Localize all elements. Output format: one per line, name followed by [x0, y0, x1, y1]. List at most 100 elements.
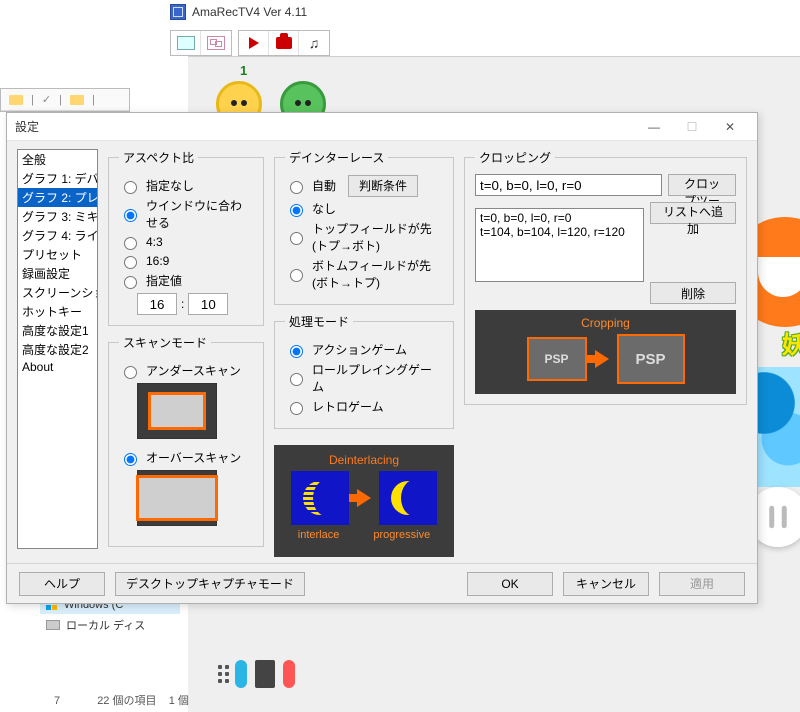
overscan-radio[interactable]: オーバースキャン: [119, 449, 253, 466]
crop-before-icon: PSP: [527, 337, 587, 381]
arrow-right-icon: [357, 489, 371, 507]
sidebar-item[interactable]: グラフ 2: プレビュー: [18, 188, 97, 207]
deinterlace-condition-button[interactable]: 判断条件: [348, 175, 418, 197]
arrow-right-icon: [595, 350, 609, 368]
overscan-preview: [137, 470, 217, 526]
aspect-legend: アスペクト比: [119, 149, 198, 166]
crop-preset-list[interactable]: t=0, b=0, l=0, r=0t=104, b=104, l=120, r…: [475, 208, 644, 282]
underscan-preview: [137, 383, 217, 439]
aspect-colon: :: [181, 297, 184, 311]
aspect-height-input[interactable]: [188, 293, 228, 315]
window-minimize-button[interactable]: —: [635, 116, 673, 138]
folder-icon: [70, 95, 84, 105]
dialog-button-bar: ヘルプ デスクトップキャプチャモード OK キャンセル 適用: [7, 563, 757, 603]
procmode-legend: 処理モード: [285, 313, 353, 330]
camera-icon: [276, 37, 292, 49]
background-explorer-window: |✓| |: [0, 88, 130, 112]
scan-legend: スキャンモード: [119, 334, 211, 351]
crop-delete-button[interactable]: 削除: [650, 282, 736, 304]
aspect-ratio-group: アスペクト比 指定なし ウインドウに合わせる 4:3 16:9 指定値 :: [108, 149, 264, 326]
sidebar-item[interactable]: 高度な設定2: [18, 340, 97, 359]
aspect-custom-radio[interactable]: 指定値: [119, 272, 253, 289]
sidebar-item[interactable]: グラフ 3: ミキサー: [18, 207, 97, 226]
amarec-icon: [170, 4, 186, 20]
amarec-title: AmaRecTV4 Ver 4.11: [170, 4, 307, 20]
cropping-legend: クロッピング: [475, 149, 555, 166]
help-button[interactable]: ヘルプ: [19, 572, 105, 596]
drive-icon: [46, 620, 60, 630]
interlace-icon: [291, 471, 349, 525]
drive-local-row[interactable]: ローカル ディス: [40, 614, 180, 636]
sidebar-item[interactable]: ホットキー: [18, 302, 97, 321]
crop-after-icon: PSP: [617, 334, 685, 384]
sidebar-item[interactable]: スクリーンショット: [18, 283, 97, 302]
sidebar-item[interactable]: 録画設定: [18, 264, 97, 283]
progressive-label: progressive: [373, 529, 430, 541]
toolbar-layout1-button[interactable]: [171, 31, 201, 55]
apply-button: 適用: [659, 572, 745, 596]
amarec-toolbar: ♫: [164, 26, 336, 60]
window-maximize-button: ☐: [673, 116, 711, 138]
dialog-titlebar[interactable]: 設定 — ☐ ✕: [7, 113, 757, 141]
crop-tool-button[interactable]: クロップツール: [668, 174, 736, 196]
ok-button[interactable]: OK: [467, 572, 553, 596]
switch-indicator: [218, 660, 295, 688]
explorer-status-bar: 7 22 個の項目 1 個: [14, 692, 189, 708]
interlace-label: interlace: [298, 529, 340, 541]
toolbar-layout2-button[interactable]: [201, 31, 231, 55]
crop-list-item[interactable]: t=0, b=0, l=0, r=0: [480, 211, 639, 225]
aspect-fitwindow-radio[interactable]: ウインドウに合わせる: [119, 197, 253, 231]
deinterlace-auto-radio[interactable]: 自動: [285, 177, 336, 194]
sidebar-item[interactable]: グラフ 1: デバイス: [18, 169, 97, 188]
cropping-illus-title: Cropping: [581, 316, 630, 330]
aspect-169-radio[interactable]: 16:9: [119, 253, 253, 269]
joycon-left-icon: [235, 660, 247, 688]
desktop-capture-mode-button[interactable]: デスクトップキャプチャモード: [115, 572, 305, 596]
deinterlace-illus-title: Deinterlacing: [329, 453, 399, 467]
toolbar-snapshot-button[interactable]: [269, 31, 299, 55]
music-note-icon: ♫: [309, 35, 320, 51]
underscan-radio[interactable]: アンダースキャン: [119, 362, 253, 379]
settings-dialog: 設定 — ☐ ✕ 全般グラフ 1: デバイスグラフ 2: プレビューグラフ 3:…: [6, 112, 758, 604]
toolbar-audio-button[interactable]: ♫: [299, 31, 329, 55]
crop-add-button[interactable]: リストへ追加: [650, 202, 736, 224]
cropping-illustration: Cropping PSP PSP: [475, 310, 736, 394]
deinterlace-group: デインターレース 自動 判断条件 なし トップフィールドが先(トプ→ボト) ボト…: [274, 149, 454, 305]
sidebar-item[interactable]: グラフ 4: ライブ: [18, 226, 97, 245]
processing-mode-group: 処理モード アクションゲーム ロールプレイングゲーム レトロゲーム: [274, 313, 454, 429]
procmode-rpg-radio[interactable]: ロールプレイングゲーム: [285, 361, 443, 395]
settings-category-list[interactable]: 全般グラフ 1: デバイスグラフ 2: プレビューグラフ 3: ミキサーグラフ …: [17, 149, 98, 549]
controller-icon: [763, 502, 793, 532]
amarec-title-text: AmaRecTV4 Ver 4.11: [192, 5, 307, 19]
sidebar-item[interactable]: About: [18, 359, 97, 375]
dialog-title: 設定: [15, 118, 635, 135]
deinterlace-none-radio[interactable]: なし: [285, 200, 443, 217]
scan-mode-group: スキャンモード アンダースキャン オーバースキャン: [108, 334, 264, 547]
deinterlace-bottomfirst-radio[interactable]: ボトムフィールドが先(ボト→トプ): [285, 257, 443, 291]
crop-list-item[interactable]: t=104, b=104, l=120, r=120: [480, 225, 639, 239]
deinterlace-legend: デインターレース: [285, 149, 388, 166]
joycon-right-icon: [283, 660, 295, 688]
sidebar-item[interactable]: プリセット: [18, 245, 97, 264]
deinterlace-illustration: Deinterlacing interlace progressive: [274, 445, 454, 557]
cancel-button[interactable]: キャンセル: [563, 572, 649, 596]
window-close-button[interactable]: ✕: [711, 116, 749, 138]
procmode-retro-radio[interactable]: レトロゲーム: [285, 398, 443, 415]
play-icon: [249, 37, 259, 49]
sidebar-item[interactable]: 全般: [18, 150, 97, 169]
switch-screen-icon: [255, 660, 275, 688]
crop-value-input[interactable]: [475, 174, 662, 196]
player-1-label: 1: [240, 63, 247, 78]
aspect-width-input[interactable]: [137, 293, 177, 315]
toolbar-play-button[interactable]: [239, 31, 269, 55]
drive-local-label: ローカル ディス: [66, 617, 145, 633]
sidebar-item[interactable]: 高度な設定1: [18, 321, 97, 340]
deinterlace-topfirst-radio[interactable]: トップフィールドが先(トプ→ボト): [285, 220, 443, 254]
aspect-none-radio[interactable]: 指定なし: [119, 177, 253, 194]
cropping-group: クロッピング クロップツール t=0, b=0, l=0, r=0t=104, …: [464, 149, 747, 405]
procmode-action-radio[interactable]: アクションゲーム: [285, 341, 443, 358]
dock-icon: [218, 665, 229, 683]
folder-icon: [9, 95, 23, 105]
aspect-43-radio[interactable]: 4:3: [119, 234, 253, 250]
progressive-icon: [379, 471, 437, 525]
